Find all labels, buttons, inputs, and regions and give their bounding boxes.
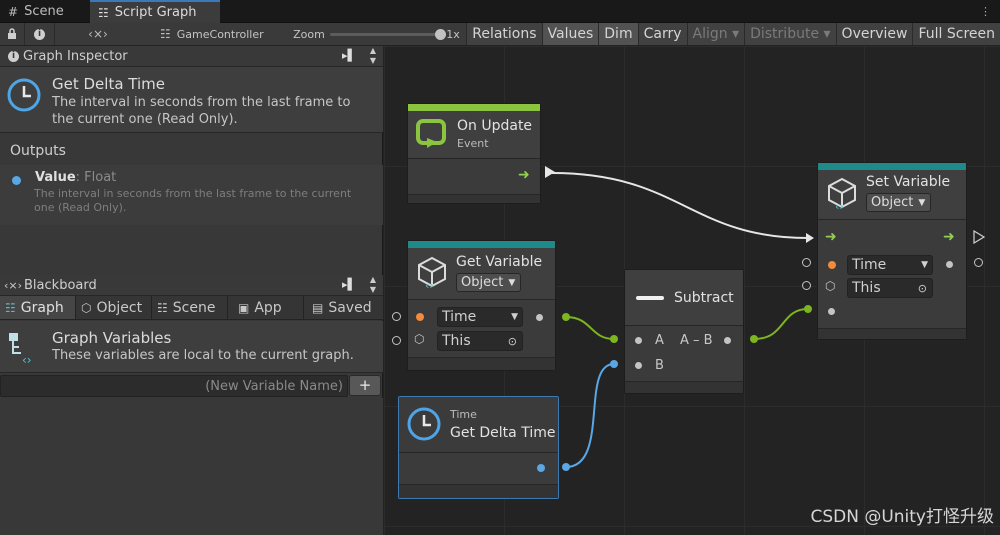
subtract-output-label: A – B (680, 333, 713, 348)
on-update-footer (408, 194, 540, 203)
delta-time-title: Get Delta Time (450, 425, 556, 441)
subtract-output-port[interactable] (724, 337, 731, 344)
get-variable-target-input-port[interactable] (392, 336, 401, 345)
flow-output-arrow-icon: ➜ (518, 167, 530, 183)
delta-time-ports (399, 452, 558, 484)
subtract-footer (625, 381, 743, 393)
chevron-down-icon[interactable]: ▼ (921, 260, 928, 270)
value-connection-result (753, 308, 809, 340)
subtract-ports: A A – B B (625, 325, 743, 381)
set-variable-kind-label: Object (871, 195, 914, 210)
get-variable-target-value: This (442, 333, 471, 349)
string-port-icon (416, 313, 424, 321)
set-variable-target-value: This (852, 280, 881, 296)
chevron-down-icon[interactable]: ▼ (511, 312, 518, 322)
set-variable-value-output[interactable] (946, 261, 953, 268)
set-variable-name-input-port[interactable] (802, 258, 811, 267)
on-update-ports: ➜ (408, 158, 540, 194)
set-variable-ports: ➜ ➜ Time ▼ ⬡ This ⊙ (818, 219, 966, 328)
subtract-node[interactable]: Subtract A A – B B (624, 269, 744, 394)
set-variable-footer (818, 328, 966, 339)
flow-out-triangle-icon (973, 230, 986, 244)
set-variable-node[interactable]: ‹› Set Variable Object ▼ ➜ ➜ Time ▼ ⬡ Th… (817, 162, 967, 340)
value-connection-result-start (750, 335, 758, 343)
get-variable-title: Get Variable (456, 254, 543, 270)
target-picker-icon[interactable]: ⊙ (508, 335, 517, 348)
get-variable-name-input-port[interactable] (392, 312, 401, 321)
svg-text:‹›: ‹› (425, 279, 434, 290)
delta-time-header: Time Get Delta Time (399, 397, 558, 452)
flow-arrowhead (806, 233, 814, 243)
variable-cube-icon: ‹› (418, 256, 446, 290)
delta-time-footer (399, 484, 558, 498)
set-variable-target-field[interactable]: This ⊙ (847, 278, 933, 298)
value-connection-result-end (804, 305, 812, 313)
value-connection-a-end (610, 335, 618, 343)
set-variable-name-field[interactable]: Time ▼ (847, 255, 933, 275)
get-variable-kind-dropdown[interactable]: Object ▼ (456, 273, 521, 292)
get-variable-value-output[interactable] (536, 314, 543, 321)
chevron-down-icon: ▼ (918, 197, 926, 208)
set-variable-title: Set Variable (866, 174, 951, 190)
value-connection-b (565, 363, 615, 468)
flow-output-port[interactable] (545, 166, 555, 178)
cube-icon: ⬡ (414, 332, 425, 346)
subtract-header: Subtract (625, 270, 743, 325)
set-variable-name-value: Time (852, 257, 887, 273)
flow-connection (551, 172, 809, 239)
value-connection-a-start (562, 313, 570, 321)
delta-time-value-output[interactable] (537, 464, 545, 472)
get-delta-time-node[interactable]: Time Get Delta Time (398, 396, 559, 499)
delta-time-subtitle: Time (450, 408, 477, 421)
update-loop-icon (416, 119, 446, 148)
get-variable-name-value: Time (442, 309, 477, 325)
on-update-node[interactable]: On Update Event ➜ (407, 103, 541, 204)
variable-accent-bar (818, 163, 966, 170)
string-port-icon (828, 261, 836, 269)
get-variable-node[interactable]: ‹› Get Variable Object ▼ Time ▼ ⬡ This ⊙ (407, 240, 556, 371)
on-update-header: On Update Event (408, 111, 540, 158)
on-update-title: On Update (457, 118, 533, 134)
subtract-title: Subtract (674, 289, 734, 306)
on-update-subtitle: Event (457, 137, 489, 150)
set-variable-value-output-port[interactable] (974, 258, 983, 267)
variable-accent-bar (408, 241, 555, 248)
clock-icon (407, 407, 441, 441)
get-variable-header: ‹› Get Variable Object ▼ (408, 248, 555, 299)
set-variable-target-input-port[interactable] (802, 281, 811, 290)
variable-cube-icon: ‹› (828, 177, 856, 211)
set-variable-kind-dropdown[interactable]: Object ▼ (866, 193, 931, 212)
target-picker-icon[interactable]: ⊙ (918, 282, 927, 295)
subtract-b-port[interactable] (635, 362, 642, 369)
set-variable-header: ‹› Set Variable Object ▼ (818, 170, 966, 219)
get-variable-target-field[interactable]: This ⊙ (437, 331, 523, 351)
value-connection-a (565, 316, 615, 340)
minus-icon (636, 295, 664, 300)
cube-icon: ⬡ (825, 279, 836, 293)
subtract-a-label: A (655, 333, 664, 348)
svg-text:‹›: ‹› (835, 200, 844, 211)
flow-input-arrow-icon: ➜ (825, 229, 837, 245)
value-connection-b-start (562, 463, 570, 471)
get-variable-ports: Time ▼ ⬡ This ⊙ (408, 299, 555, 357)
get-variable-footer (408, 357, 555, 370)
event-accent-bar (408, 104, 540, 111)
watermark-text: CSDN @Unity打怪升级 (810, 507, 994, 527)
subtract-a-port[interactable] (635, 337, 642, 344)
value-connection-b-end (610, 360, 618, 368)
get-variable-kind-label: Object (461, 275, 504, 290)
get-variable-name-field[interactable]: Time ▼ (437, 307, 523, 327)
subtract-b-label: B (655, 358, 664, 373)
chevron-down-icon: ▼ (508, 277, 516, 288)
set-variable-value-input[interactable] (828, 308, 835, 315)
set-variable-flow-output-port[interactable] (972, 230, 986, 244)
flow-output-arrow-icon: ➜ (943, 229, 955, 245)
